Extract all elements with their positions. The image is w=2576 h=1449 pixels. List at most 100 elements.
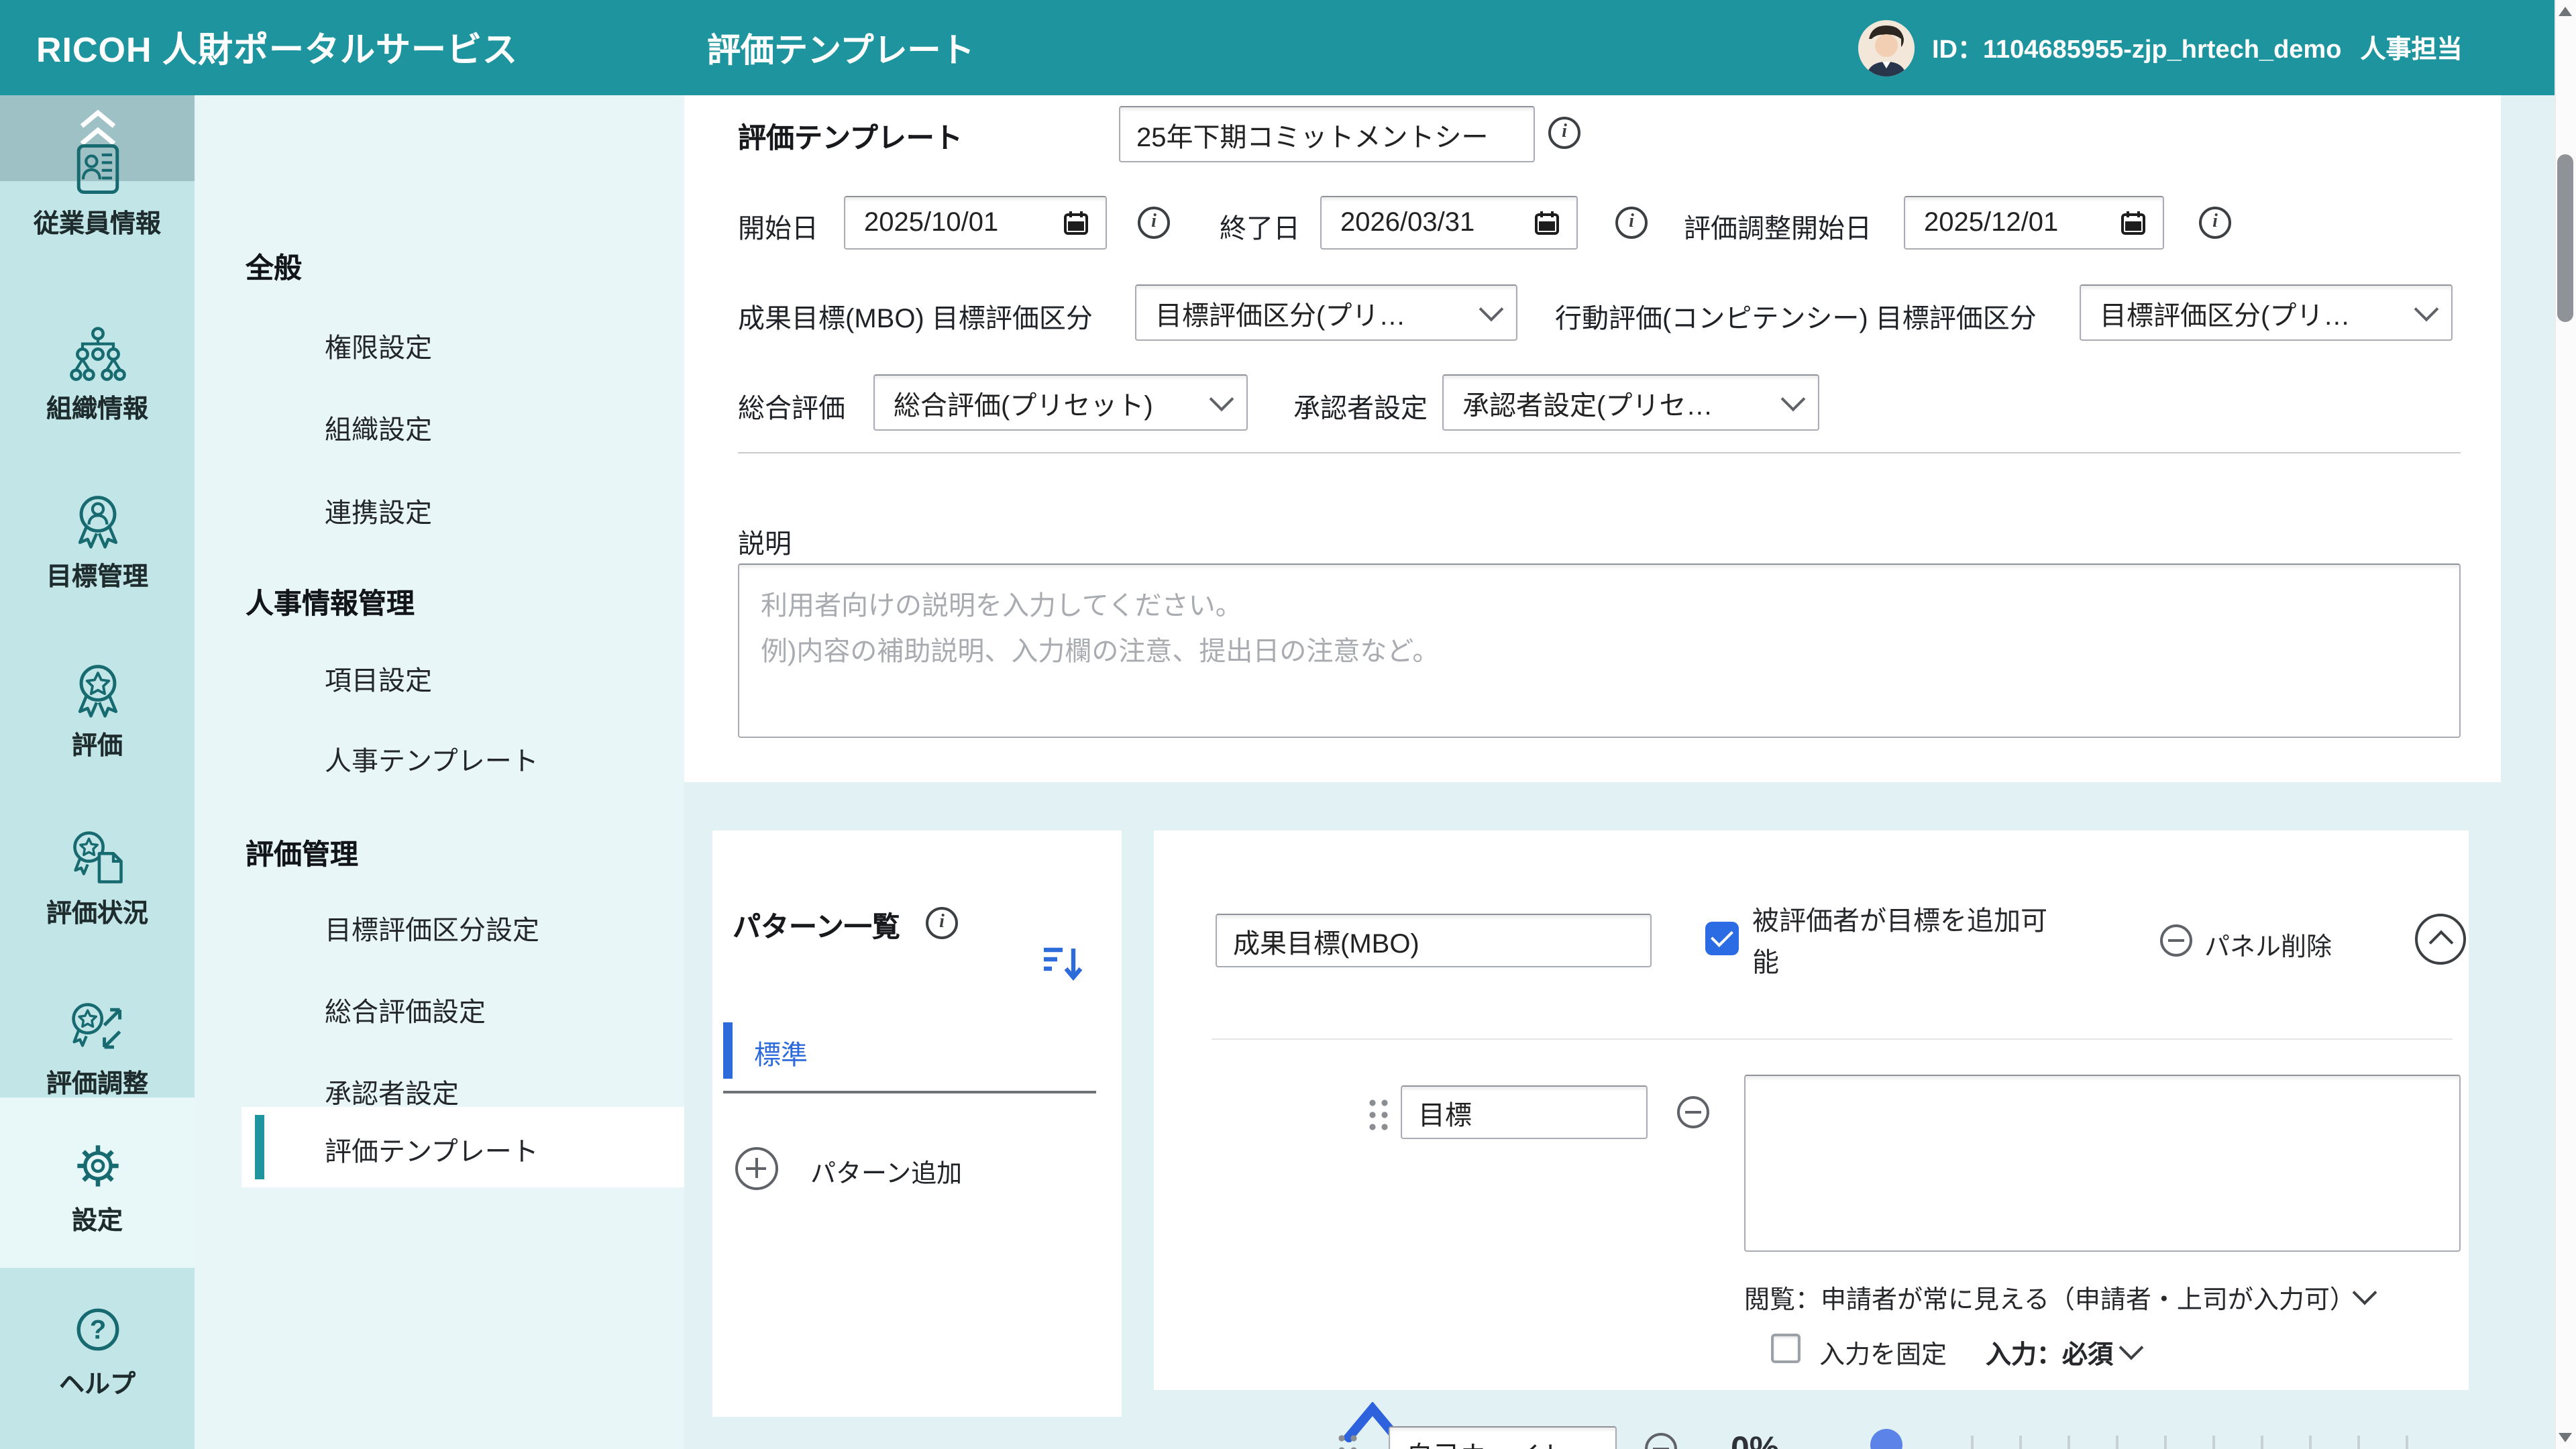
gear-icon — [66, 1135, 128, 1197]
mbo-category-select[interactable]: 目標評価区分(プリ… — [1135, 284, 1517, 341]
allow-add-goal-label: 被評価者が目標を追加可能 — [1752, 902, 2055, 985]
end-date-input[interactable]: 2026/03/31 — [1320, 196, 1578, 250]
menu-item-overall-eval-settings[interactable]: 総合評価設定 — [325, 990, 486, 1029]
slider-tick — [2068, 1436, 2070, 1449]
calendar-icon — [1534, 209, 1560, 236]
sidebar-item-label: 評価 — [72, 726, 123, 762]
collapse-panel-button[interactable] — [2415, 914, 2466, 965]
delete-panel-button[interactable]: パネル削除 — [2204, 927, 2332, 963]
calendar-icon — [1063, 209, 1089, 236]
pattern-item-standard[interactable]: 標準 — [754, 1033, 808, 1072]
menu-item-eval-template[interactable]: 評価テンプレート — [325, 1130, 539, 1169]
active-item-bar — [255, 1115, 264, 1179]
pattern-list-info-icon[interactable] — [926, 907, 958, 939]
end-date-label: 終了日 — [1220, 207, 1300, 246]
avatar[interactable] — [1858, 20, 1915, 76]
drag-handle-icon[interactable] — [1367, 1097, 1391, 1132]
add-pattern-button[interactable]: パターン追加 — [810, 1154, 962, 1190]
template-name-label: 評価テンプレート — [738, 117, 963, 157]
approver-select[interactable]: 承認者設定(プリセ… — [1442, 374, 1819, 431]
fix-input-checkbox[interactable] — [1771, 1334, 1801, 1363]
sidebar-item-evaluation[interactable]: 評価 — [0, 660, 195, 762]
slider-tick — [2116, 1436, 2118, 1449]
app-window: RICOH 人財ポータルサービス 評価テンプレート ID：1104685955-… — [0, 0, 2576, 1449]
scrollbar-up-arrow[interactable] — [2559, 7, 2572, 16]
template-name-input[interactable] — [1119, 106, 1535, 162]
competency-category-label: 行動評価(コンピテンシー) 目標評価区分 — [1555, 297, 2037, 335]
sidebar-item-label: 評価調整 — [46, 1064, 148, 1100]
page-title: 評価テンプレート — [707, 0, 975, 95]
delete-panel-icon[interactable] — [2160, 924, 2192, 957]
adjust-date-input[interactable]: 2025/12/01 — [1904, 196, 2164, 250]
menu-item-approver-settings[interactable]: 承認者設定 — [325, 1072, 459, 1111]
app-title: RICOH 人財ポータルサービス — [36, 0, 518, 95]
overall-eval-label: 総合評価 — [738, 386, 845, 425]
sidebar-item-settings[interactable]: 設定 — [0, 1135, 195, 1237]
help-icon: ? — [66, 1299, 128, 1360]
slider-tick — [2406, 1436, 2408, 1449]
competency-category-select[interactable]: 目標評価区分(プリ… — [2080, 284, 2453, 341]
view-setting-text: 閲覧：申請者が常に見える（申請者・上司が入力可） — [1744, 1280, 2355, 1316]
menu-section-hr-info: 人事情報管理 — [246, 582, 415, 623]
goal-field-label-input[interactable] — [1401, 1085, 1648, 1139]
menu-item-integration-settings[interactable]: 連携設定 — [325, 491, 432, 530]
scrollbar-thumb[interactable] — [2557, 154, 2573, 322]
slider-tick — [2261, 1436, 2263, 1449]
sidebar-item-org-info[interactable]: 組織情報 — [0, 323, 195, 425]
sidebar-item-label: 設定 — [72, 1201, 123, 1237]
scrollbar-down-arrow[interactable] — [2559, 1433, 2572, 1442]
allow-add-goal-checkbox[interactable] — [1705, 922, 1739, 955]
remove-field-icon[interactable] — [1677, 1096, 1709, 1128]
user-info[interactable]: ID：1104685955-zjp_hrtech_demo 人事担当 — [1932, 0, 2462, 95]
sort-icon[interactable] — [1041, 943, 1084, 983]
pattern-active-bar — [723, 1022, 733, 1079]
slider-tick — [2309, 1436, 2312, 1449]
slider-tick — [2357, 1436, 2360, 1449]
evaluation-status-icon — [66, 828, 128, 890]
content-right-margin — [2501, 95, 2555, 1449]
star-badge-icon — [66, 660, 128, 722]
self-weight-input[interactable] — [1389, 1426, 1617, 1449]
mbo-category-label: 成果目標(MBO) 目標評価区分 — [738, 297, 1093, 335]
menu-section-evaluation-management: 評価管理 — [246, 833, 358, 873]
add-pattern-icon[interactable] — [735, 1147, 778, 1190]
menu-item-item-settings[interactable]: 項目設定 — [325, 659, 432, 698]
panel-name-input[interactable] — [1216, 914, 1652, 967]
goal-badge-icon — [66, 491, 128, 553]
drag-handle-icon[interactable] — [1336, 1433, 1360, 1449]
pattern-list-title: パターン一覧 — [733, 906, 900, 946]
end-date-info-icon[interactable] — [1615, 207, 1648, 239]
menu-item-organization-settings[interactable]: 組織設定 — [325, 408, 432, 447]
sidebar-item-label: 目標管理 — [46, 557, 148, 593]
sidebar-item-evaluation-status[interactable]: 評価状況 — [0, 828, 195, 930]
start-date-info-icon[interactable] — [1138, 207, 1170, 239]
overall-eval-select[interactable]: 総合評価(プリセット) — [873, 374, 1248, 431]
slider-tick — [2164, 1436, 2167, 1449]
description-textarea[interactable] — [738, 564, 2461, 738]
sidebar-item-goal-management[interactable]: 目標管理 — [0, 491, 195, 593]
sidebar-item-employee-info[interactable]: 従業員情報 — [0, 138, 195, 240]
description-label: 説明 — [738, 522, 792, 561]
template-info-icon[interactable] — [1548, 117, 1580, 149]
menu-item-goal-eval-category-settings[interactable]: 目標評価区分設定 — [325, 908, 539, 947]
goal-content-textarea[interactable] — [1744, 1075, 2461, 1252]
start-date-input[interactable]: 2025/10/01 — [844, 196, 1107, 250]
sidebar-item-label: 評価状況 — [46, 894, 148, 930]
fix-input-label: 入力を固定 — [1819, 1335, 1947, 1371]
org-chart-icon — [66, 323, 128, 385]
sidebar-item-evaluation-adjustment[interactable]: 評価調整 — [0, 998, 195, 1100]
menu-item-permission-settings[interactable]: 権限設定 — [325, 326, 432, 365]
slider-tick — [1971, 1436, 1974, 1449]
avatar-photo — [1858, 20, 1915, 76]
slider-tick — [2019, 1436, 2022, 1449]
adjust-date-info-icon[interactable] — [2199, 207, 2231, 239]
chevron-down-icon — [1479, 297, 1504, 322]
chevron-down-icon — [2414, 297, 2439, 322]
chevron-down-icon — [1210, 387, 1234, 412]
menu-item-hr-template[interactable]: 人事テンプレート — [325, 739, 539, 778]
sidebar-item-help[interactable]: ? ヘルプ — [0, 1299, 195, 1401]
approver-label: 承認者設定 — [1293, 386, 1428, 425]
id-card-icon — [66, 138, 128, 200]
evaluation-adjust-icon — [66, 998, 128, 1060]
slider-tick — [2212, 1436, 2215, 1449]
